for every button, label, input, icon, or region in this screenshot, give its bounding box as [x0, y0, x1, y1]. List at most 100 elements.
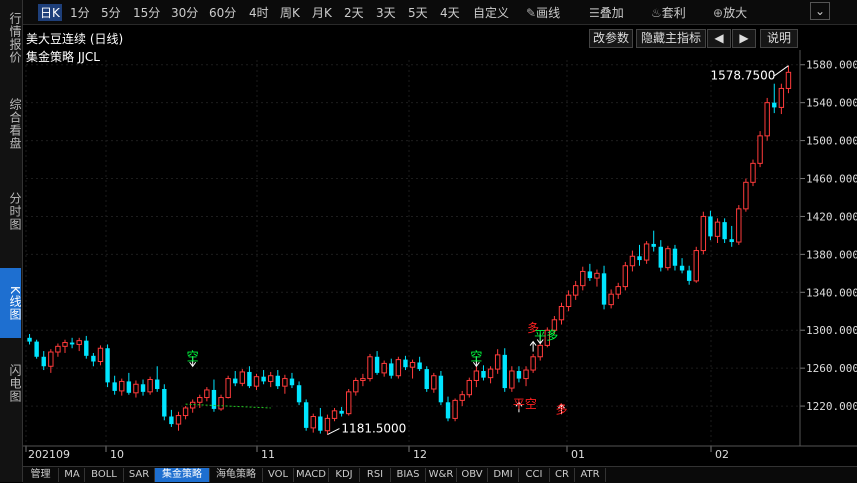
- candle-down: [27, 337, 32, 342]
- candle-down: [772, 102, 777, 108]
- candle-up: [629, 255, 636, 267]
- candle-up: [253, 376, 260, 387]
- candle-down: [261, 376, 266, 382]
- candle-up: [615, 286, 621, 295]
- candle-down: [481, 370, 486, 378]
- candle-up: [48, 351, 54, 367]
- tab-wr[interactable]: W&R: [426, 468, 457, 482]
- candle-up: [523, 369, 529, 380]
- price-tick-label: 1540.0000: [806, 97, 857, 110]
- min-price-label: 1181.5000: [341, 422, 406, 436]
- signal-label: 空: [470, 350, 482, 364]
- candle-up: [565, 294, 572, 308]
- candle-down: [41, 356, 46, 367]
- tab-macd[interactable]: MACD: [294, 468, 329, 482]
- candle-up: [594, 272, 600, 279]
- tab-cci[interactable]: CCI: [519, 468, 550, 482]
- tab-rsi[interactable]: RSI: [360, 468, 391, 482]
- candle-up: [324, 417, 331, 432]
- candle-up: [743, 181, 749, 210]
- candle-down: [658, 246, 663, 268]
- candle-up: [204, 389, 210, 399]
- candle-up: [409, 361, 416, 368]
- candle-up: [757, 135, 763, 164]
- candle-up: [736, 208, 742, 243]
- signal-label: 平多: [534, 329, 558, 343]
- candle-down: [339, 410, 344, 414]
- candle-up: [175, 415, 182, 425]
- candle-up: [466, 379, 472, 396]
- candle-down: [105, 348, 110, 383]
- price-tick-label: 1380.0000: [806, 248, 857, 261]
- candle-up: [764, 102, 770, 137]
- candle-up: [494, 354, 501, 370]
- time-tick-label: 202109: [28, 448, 70, 461]
- candle-up: [608, 293, 614, 306]
- tab-[interactable]: 集金策略: [155, 468, 210, 482]
- candle-up: [509, 370, 515, 389]
- candle-down: [651, 243, 656, 247]
- candle-up: [665, 248, 671, 269]
- candle-down: [303, 402, 309, 428]
- candle-up: [643, 243, 650, 261]
- candle-down: [424, 369, 429, 390]
- tab-cr[interactable]: CR: [550, 468, 575, 482]
- tab-vol[interactable]: VOL: [263, 468, 294, 482]
- candle-up: [97, 347, 104, 363]
- candle-down: [389, 363, 394, 376]
- signal-label: 平空: [513, 397, 537, 411]
- candle-up: [622, 265, 629, 288]
- candle-down: [169, 416, 174, 425]
- candle-up: [530, 356, 536, 371]
- tab-sar[interactable]: SAR: [124, 468, 155, 482]
- time-tick-label: 02: [715, 448, 729, 461]
- candle-down: [601, 273, 607, 305]
- tab-boll[interactable]: BOLL: [85, 468, 124, 482]
- candle-up: [785, 71, 792, 89]
- price-tick-label: 1300.0000: [806, 324, 857, 337]
- candle-up: [395, 359, 402, 377]
- candle-down: [417, 362, 422, 370]
- kline-chart[interactable]: 1578.75001181.5000空空多平多平空多 1580.00001540…: [0, 0, 857, 466]
- tab-atr[interactable]: ATR: [575, 468, 606, 482]
- candle-up: [331, 410, 338, 419]
- price-tick-label: 1460.0000: [806, 173, 857, 186]
- candle-down: [247, 371, 252, 387]
- candle-down: [672, 248, 678, 266]
- candle-up: [239, 371, 246, 384]
- time-tick-label: 11: [261, 448, 275, 461]
- candle-down: [403, 359, 408, 368]
- time-tick-label: 01: [571, 448, 585, 461]
- tab-ma[interactable]: MA: [60, 468, 85, 482]
- candle-down: [318, 416, 323, 431]
- candle-up: [367, 356, 373, 380]
- time-tick-label: 12: [413, 448, 427, 461]
- price-tick-label: 1260.0000: [806, 362, 857, 375]
- candle-up: [558, 306, 565, 321]
- tab-kdj[interactable]: KDJ: [329, 468, 360, 482]
- tab-manage[interactable]: 管理: [23, 468, 59, 482]
- tab-obv[interactable]: OBV: [457, 468, 488, 482]
- signal-label: 空: [187, 350, 199, 364]
- candle-down: [708, 216, 713, 237]
- candle-down: [679, 265, 685, 271]
- candle-up: [133, 383, 139, 394]
- candle-up: [452, 399, 458, 419]
- candle-down: [289, 378, 295, 386]
- candle-down: [84, 340, 89, 356]
- time-axis: 202109 10 11 12 01 02: [25, 446, 729, 461]
- candle-down: [438, 375, 444, 403]
- candle-up: [282, 378, 288, 387]
- tab-bias[interactable]: BIAS: [391, 468, 426, 482]
- indicator-tabs: 管理 MA BOLL SAR 集金策略 海龟策略 VOL MACD KDJ RSI BIAS W&R…: [23, 466, 857, 483]
- candle-up: [267, 375, 274, 382]
- candle-down: [155, 379, 160, 390]
- price-tick-label: 1500.0000: [806, 135, 857, 148]
- tab-[interactable]: 海龟策略: [210, 468, 263, 482]
- candle-up: [778, 87, 785, 108]
- candle-up: [487, 368, 494, 379]
- candle-up: [197, 397, 203, 403]
- candle-up: [381, 362, 387, 374]
- candle-up: [700, 215, 707, 252]
- tab-dmi[interactable]: DMI: [488, 468, 519, 482]
